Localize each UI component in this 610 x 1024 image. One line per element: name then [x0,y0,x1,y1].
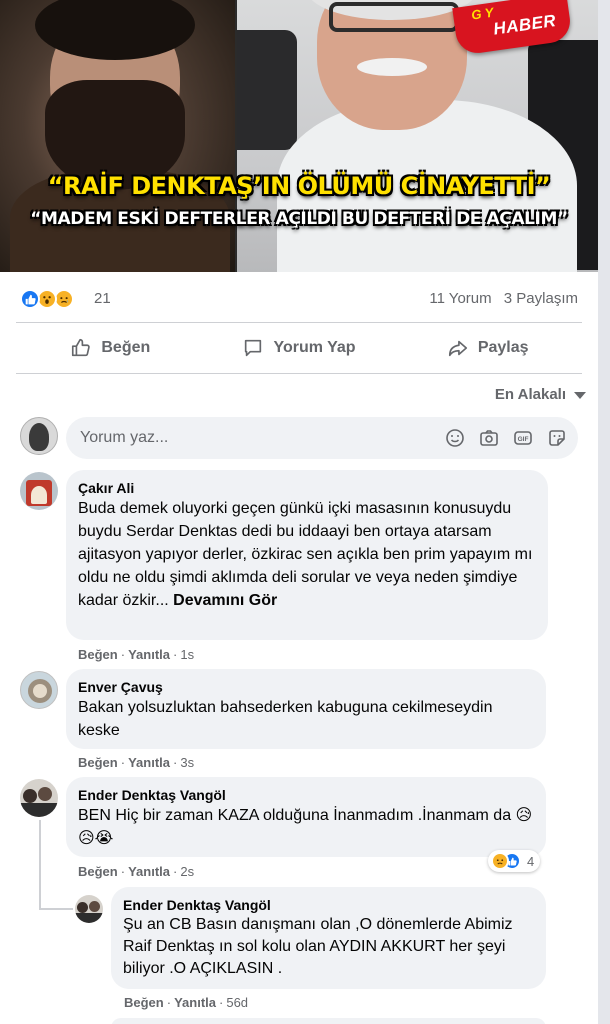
divider-bottom [16,373,582,374]
thread-branch [39,908,73,910]
comment-bubble: Çakır Ali Buda demek oluyorki geçen günk… [66,470,548,640]
avatar[interactable] [20,472,58,510]
emoji-icon[interactable] [444,427,466,449]
post-image[interactable]: G Y HABER “RAİF DENKTAŞ’IN ÖLÜMÜ CİNAYET… [0,0,598,272]
current-user-avatar[interactable] [20,417,58,455]
comment-actions: Beğen · Yanıtla · 56d [124,995,249,1010]
camera-icon[interactable] [478,427,500,449]
gif-icon[interactable]: GIF [512,427,534,449]
comment-like-link[interactable]: Beğen [78,647,118,662]
wow-icon [37,289,57,309]
reaction-icons[interactable] [20,289,90,309]
thread-line [39,820,41,910]
comment-reply-link[interactable]: Yanıtla [128,755,170,770]
comment-text: Bakan yolsuzluktan bahsederken kabuguna … [78,699,493,739]
reply-bubble: Ender Denktaş Vangöl Şu an CB Basın danı… [111,887,546,989]
speech-bubble-icon [245,339,262,357]
comment-count-link[interactable]: 11 Yorum [429,290,491,307]
comment-actions: Beğen · Yanıtla · 1s [78,647,195,662]
comment-reaction-count: 4 [527,853,535,869]
comment-button[interactable]: Yorum Yap [205,323,394,373]
post-stats: 21 11 Yorum 3 Paylaşım [0,272,598,322]
comment-reply-link[interactable]: Yanıtla [128,864,170,879]
comment-timestamp[interactable]: 56d [226,995,248,1010]
caret-down-icon [574,392,586,399]
next-reply-bubble [111,1018,546,1024]
image-headline: “RAİF DENKTAŞ’IN ÖLÜMÜ CİNAYETTİ” [47,172,551,200]
comment-text: Şu an CB Basın danışmanı olan ,O dönemle… [123,916,513,977]
comment-like-link[interactable]: Beğen [78,755,118,770]
comment-text: BEN Hiç bir zaman KAZA olduğuna İnanmadı… [78,807,533,847]
portrait-left [0,0,235,272]
comment-actions: Beğen · Yanıtla · 2s [78,864,195,879]
comment-author[interactable]: Çakır Ali [78,479,536,497]
comment-author[interactable]: Ender Denktaş Vangöl [123,896,534,914]
share-button-label: Paylaş [477,339,529,356]
comment-timestamp[interactable]: 1s [180,647,194,662]
avatar[interactable] [20,671,58,709]
comment-input[interactable]: Yorum yaz... GIF [66,417,578,459]
sad-icon [491,852,509,870]
share-count-link[interactable]: 3 Paylaşım [504,290,578,307]
like-button[interactable]: Beğen [16,323,205,373]
comment-bubble: Ender Denktaş Vangöl BEN Hiç bir zaman K… [66,777,546,857]
sticker-icon[interactable] [546,427,568,449]
comment-author[interactable]: Ender Denktaş Vangöl [78,786,534,804]
image-subheadline: “MADEM ESKİ DEFTERLER AÇILDI BU DEFTERİ … [30,209,568,229]
comment-sort-dropdown[interactable]: En Alakalı [495,386,586,403]
comment-timestamp[interactable]: 3s [180,755,194,770]
comment-reply-link[interactable]: Yanıtla [174,995,216,1010]
share-arrow-icon [448,340,467,357]
comment-text: Buda demek oluyorki geçen günkü içki mas… [78,500,533,609]
comment-reactions[interactable]: 4 [488,850,541,872]
avatar[interactable] [75,895,103,923]
share-button[interactable]: Paylaş [393,323,582,373]
comment-timestamp[interactable]: 2s [180,864,194,879]
comment-bubble: Enver Çavuş Bakan yolsuzluktan bahsederk… [66,669,546,749]
right-gutter [598,0,610,1024]
svg-text:GIF: GIF [518,436,529,443]
avatar[interactable] [20,779,58,817]
like-button-label: Beğen [101,339,151,356]
see-more-link[interactable]: Devamını Gör [173,592,277,609]
comment-reply-link[interactable]: Yanıtla [128,647,170,662]
comment-like-link[interactable]: Beğen [124,995,164,1010]
reaction-count[interactable]: 21 [94,290,111,307]
comment-input-placeholder: Yorum yaz... [80,429,169,446]
comment-author[interactable]: Enver Çavuş [78,678,534,696]
sad-icon [54,289,74,309]
comment-button-label: Yorum Yap [273,339,356,356]
comment-like-link[interactable]: Beğen [78,864,118,879]
sort-label: En Alakalı [494,386,566,403]
comment-actions: Beğen · Yanıtla · 3s [78,755,195,770]
thumbs-up-icon [72,338,91,357]
post-actions: Beğen Yorum Yap Paylaş [16,323,582,373]
like-icon [20,289,40,309]
